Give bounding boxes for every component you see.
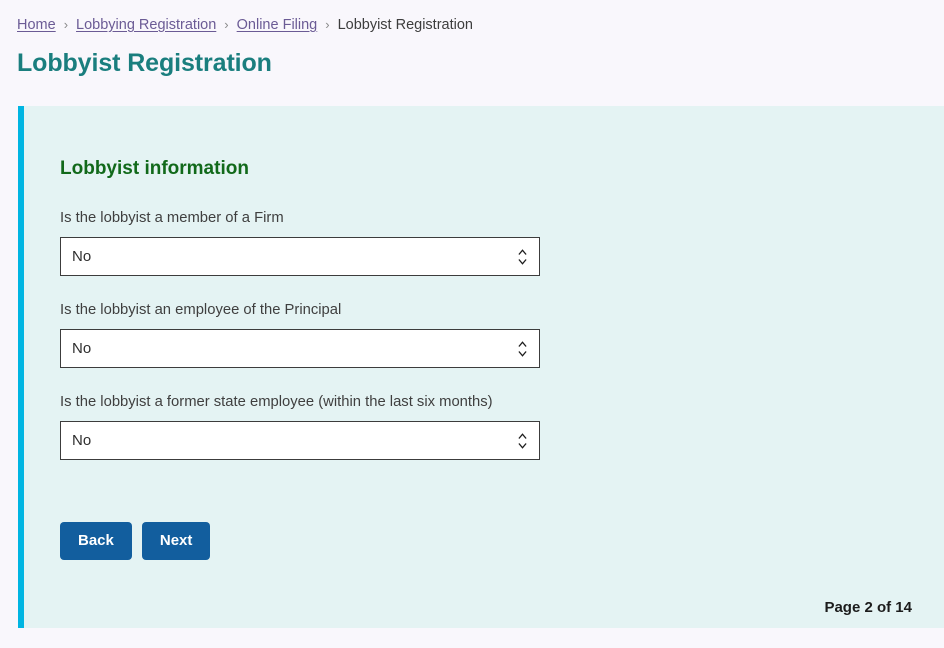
- field-label: Is the lobbyist a member of a Firm: [60, 210, 284, 226]
- breadcrumb-item-lobbyist-registration: Lobbyist Registration: [337, 17, 473, 33]
- select-value: No: [72, 248, 92, 265]
- breadcrumb-item-lobbying-registration[interactable]: Lobbying Registration: [76, 16, 216, 34]
- field-label: Is the lobbyist an employee of the Princ…: [60, 302, 342, 318]
- select-value: No: [72, 340, 92, 357]
- next-button[interactable]: Next: [141, 522, 211, 560]
- page-title: Lobbyist Registration: [17, 49, 272, 77]
- back-button[interactable]: Back: [60, 522, 132, 560]
- section-title-lobbyist-information: Lobbyist information: [60, 158, 249, 179]
- page-indicator: Page 2 of 14: [824, 599, 912, 616]
- form-navigation-buttons: Back Next: [60, 522, 944, 560]
- field-employee-of-principal: Is the lobbyist an employee of the Princ…: [60, 300, 944, 368]
- select-former-state-employee[interactable]: No: [60, 421, 540, 460]
- select-value: No: [72, 432, 92, 449]
- breadcrumb-separator-icon: ›: [325, 17, 330, 32]
- form-panel: Lobbyist information Is the lobbyist a m…: [24, 106, 944, 628]
- field-former-state-employee: Is the lobbyist a former state employee …: [60, 392, 944, 460]
- breadcrumb-item-home[interactable]: Home: [17, 16, 56, 34]
- field-member-of-firm: Is the lobbyist a member of a Firm No: [60, 208, 944, 276]
- select-member-of-firm[interactable]: No: [60, 237, 540, 276]
- chevron-updown-icon: [517, 432, 528, 449]
- breadcrumb: Home › Lobbying Registration › Online Fi…: [0, 0, 944, 34]
- breadcrumb-item-online-filing[interactable]: Online Filing: [237, 16, 318, 34]
- select-employee-of-principal[interactable]: No: [60, 329, 540, 368]
- chevron-updown-icon: [517, 340, 528, 357]
- breadcrumb-separator-icon: ›: [63, 17, 69, 32]
- form-panel-wrapper: Lobbyist information Is the lobbyist a m…: [0, 106, 944, 628]
- chevron-updown-icon: [517, 248, 528, 265]
- breadcrumb-separator-icon: ›: [224, 17, 229, 32]
- field-label: Is the lobbyist a former state employee …: [60, 394, 493, 410]
